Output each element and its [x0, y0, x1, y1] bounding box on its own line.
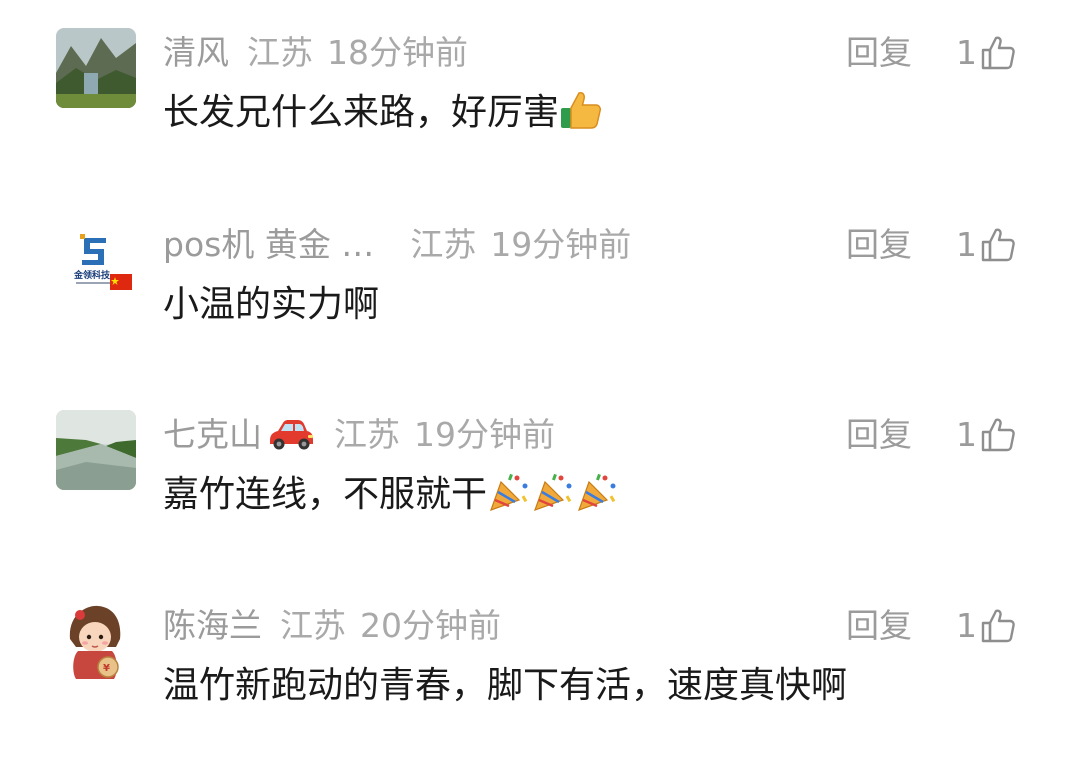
comment-text: 温竹新跑动的青春，脚下有活，速度真快啊: [163, 661, 847, 711]
reply-button[interactable]: 回复: [846, 220, 912, 270]
comment-time: 20分钟前: [360, 606, 501, 645]
commenter-name[interactable]: 陈海兰: [163, 606, 262, 645]
comment-meta: 清风 江苏 18分钟前: [163, 28, 468, 78]
like-count: 1: [956, 606, 977, 645]
comment-meta: pos机 黄金 … 江苏 19分钟前: [163, 220, 631, 270]
comment-text: 小温的实力啊: [163, 280, 379, 330]
comment-time: 18分钟前: [327, 33, 468, 72]
car-emoji-icon: [266, 416, 316, 452]
commenter-location: 江苏: [280, 606, 346, 645]
comment-item: 金领科技 pos机 黄金 … 江苏 19分钟前 回复 1 小温的实力啊: [0, 220, 1080, 340]
landscape-mountain-avatar-icon: [56, 28, 136, 108]
reply-button[interactable]: 回复: [846, 601, 912, 651]
comment-meta: 陈海兰 江苏 20分钟前: [163, 601, 501, 651]
comment-item: 清风 江苏 18分钟前 回复 1 长发兄什么来路，好厉害: [0, 28, 1080, 148]
commenter-name[interactable]: 清风: [163, 33, 229, 72]
commenter-name[interactable]: 七克山: [163, 415, 262, 454]
cartoon-girl-avatar-icon: ¥: [56, 601, 136, 681]
avatar[interactable]: ¥: [56, 601, 136, 681]
party-popper-emoji-icon: [487, 470, 531, 514]
like-count: 1: [956, 225, 977, 264]
like-count: 1: [956, 33, 977, 72]
thumbs-up-icon: [981, 418, 1015, 452]
svg-text:金领科技: 金领科技: [73, 269, 111, 281]
comment-text: 嘉竹连线，不服就干: [163, 470, 619, 520]
commenter-location: 江苏: [410, 225, 477, 264]
svg-text:¥: ¥: [103, 663, 110, 674]
like-button[interactable]: 1: [956, 28, 1017, 78]
thumbs-up-icon: [981, 36, 1015, 70]
like-button[interactable]: 1: [956, 220, 1017, 270]
commenter-location: 江苏: [247, 33, 313, 72]
river-landscape-avatar-icon: [56, 410, 136, 490]
comment-item: ¥ 陈海兰 江苏 20分钟前 回复 1 温竹新跑动的青春，脚下有活，速度真快啊: [0, 601, 1080, 721]
comment-time: 19分钟前: [490, 225, 632, 264]
comment-text: 长发兄什么来路，好厉害: [163, 88, 603, 138]
company-logo-avatar-icon: 金领科技: [56, 220, 136, 300]
reply-button[interactable]: 回复: [846, 410, 912, 460]
commenter-location: 江苏: [334, 415, 400, 454]
thumbs-up-emoji-icon: [559, 88, 603, 132]
comment-time: 19分钟前: [414, 415, 555, 454]
party-popper-emoji-icon: [531, 470, 575, 514]
comment-item: 七克山 江苏 19分钟前 回复 1 嘉竹连线，不服就干: [0, 410, 1080, 530]
comment-meta: 七克山 江苏 19分钟前: [163, 410, 555, 460]
avatar[interactable]: [56, 28, 136, 108]
like-button[interactable]: 1: [956, 410, 1017, 460]
avatar[interactable]: 金领科技: [56, 220, 136, 300]
commenter-name[interactable]: pos机 黄金 …: [163, 225, 374, 264]
comment-body: 嘉竹连线，不服就干: [163, 474, 488, 515]
thumbs-up-icon: [981, 609, 1015, 643]
like-button[interactable]: 1: [956, 601, 1017, 651]
like-count: 1: [956, 415, 977, 454]
thumbs-up-icon: [981, 228, 1015, 262]
comment-body: 温竹新跑动的青春，脚下有活，速度真快啊: [163, 665, 848, 706]
party-popper-emoji-icon: [575, 470, 619, 514]
comment-body: 小温的实力啊: [163, 284, 380, 325]
reply-button[interactable]: 回复: [846, 28, 912, 78]
avatar[interactable]: [56, 410, 136, 490]
comment-body: 长发兄什么来路，好厉害: [163, 92, 560, 133]
